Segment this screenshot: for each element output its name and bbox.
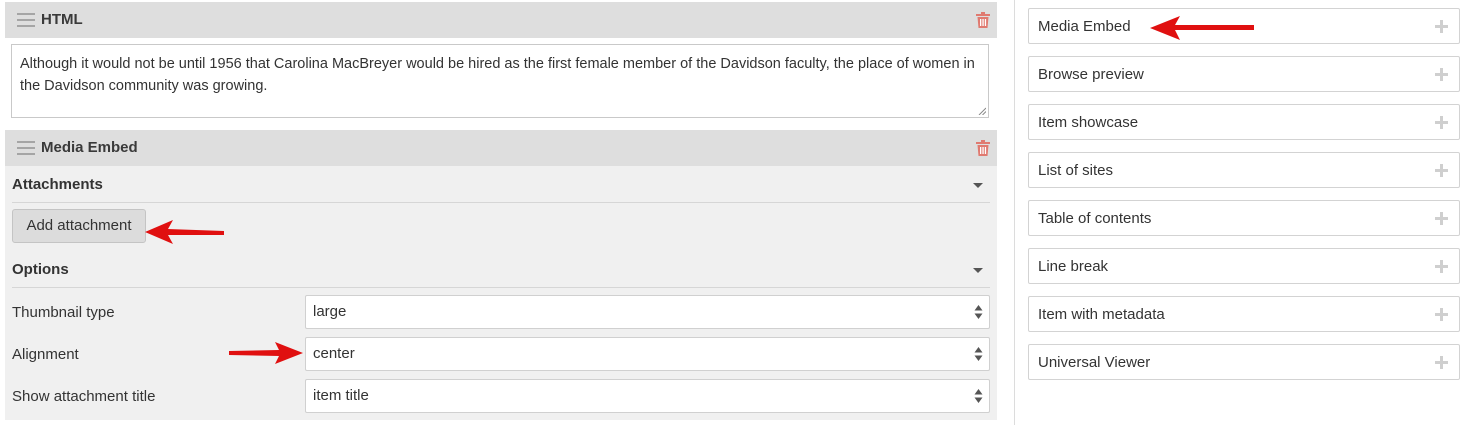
attachments-heading: Attachments <box>12 176 103 193</box>
block-library-item-label: Line break <box>1038 258 1109 275</box>
media-embed-block-title: Media Embed <box>41 139 138 156</box>
block-library-item-item-with-metadata[interactable]: Item with metadata <box>1028 296 1460 332</box>
alignment-select[interactable]: center <box>305 337 990 371</box>
alignment-value: center <box>313 345 355 362</box>
plus-icon[interactable] <box>1435 68 1448 81</box>
html-content-text: Although it would not be until 1956 that… <box>20 56 975 94</box>
caret-down-icon[interactable] <box>973 268 983 273</box>
block-library-item-universal-viewer[interactable]: Universal Viewer <box>1028 344 1460 380</box>
drag-handle-icon[interactable] <box>17 141 35 155</box>
html-block-title: HTML <box>41 11 83 28</box>
block-library-item-label: List of sites <box>1038 162 1114 179</box>
sidebar-divider <box>1014 0 1015 425</box>
block-library-item-table-of-contents[interactable]: Table of contents <box>1028 200 1460 236</box>
plus-icon[interactable] <box>1435 356 1448 369</box>
plus-icon[interactable] <box>1435 164 1448 177</box>
media-embed-block-header: Media Embed <box>5 130 997 166</box>
thumbnail-type-select[interactable]: large <box>305 295 990 329</box>
resize-grip-icon[interactable] <box>978 107 986 115</box>
media-embed-block-body: Attachments Add attachment Options Thumb… <box>5 166 997 420</box>
block-library-item-label: Item showcase <box>1038 114 1139 131</box>
html-block-header: HTML <box>5 2 997 38</box>
annotation-arrow-icon <box>145 220 224 244</box>
select-arrows-icon <box>974 389 983 403</box>
options-heading: Options <box>12 261 69 278</box>
plus-icon[interactable] <box>1435 212 1448 225</box>
divider <box>12 287 990 288</box>
block-library-item-label: Universal Viewer <box>1038 354 1151 371</box>
select-arrows-icon <box>974 305 983 319</box>
plus-icon[interactable] <box>1435 308 1448 321</box>
add-attachment-button[interactable]: Add attachment <box>12 209 146 243</box>
show-attachment-title-select[interactable]: item title <box>305 379 990 413</box>
caret-down-icon[interactable] <box>973 183 983 188</box>
block-library-item-line-break[interactable]: Line break <box>1028 248 1460 284</box>
plus-icon[interactable] <box>1435 116 1448 129</box>
block-library-item-label: Media Embed <box>1038 18 1131 35</box>
show-attachment-title-value: item title <box>313 387 369 404</box>
thumbnail-type-value: large <box>313 303 347 320</box>
html-content-textarea[interactable]: Although it would not be until 1956 that… <box>11 44 989 118</box>
plus-icon[interactable] <box>1435 20 1448 33</box>
annotation-arrow-icon <box>1150 16 1254 40</box>
block-library-item-browse-preview[interactable]: Browse preview <box>1028 56 1460 92</box>
show-attachment-title-label: Show attachment title <box>12 388 156 405</box>
drag-handle-icon[interactable] <box>17 13 35 27</box>
plus-icon[interactable] <box>1435 260 1448 273</box>
alignment-label: Alignment <box>12 346 79 363</box>
trash-icon[interactable] <box>976 12 990 28</box>
divider <box>12 202 990 203</box>
block-library-item-label: Browse preview <box>1038 66 1144 83</box>
block-library-item-item-showcase[interactable]: Item showcase <box>1028 104 1460 140</box>
trash-icon[interactable] <box>976 140 990 156</box>
block-library-item-list-of-sites[interactable]: List of sites <box>1028 152 1460 188</box>
thumbnail-type-label: Thumbnail type <box>12 304 115 321</box>
select-arrows-icon <box>974 347 983 361</box>
block-library-item-label: Item with metadata <box>1038 306 1165 323</box>
block-library-item-label: Table of contents <box>1038 210 1152 227</box>
annotation-arrow-icon <box>229 342 303 364</box>
